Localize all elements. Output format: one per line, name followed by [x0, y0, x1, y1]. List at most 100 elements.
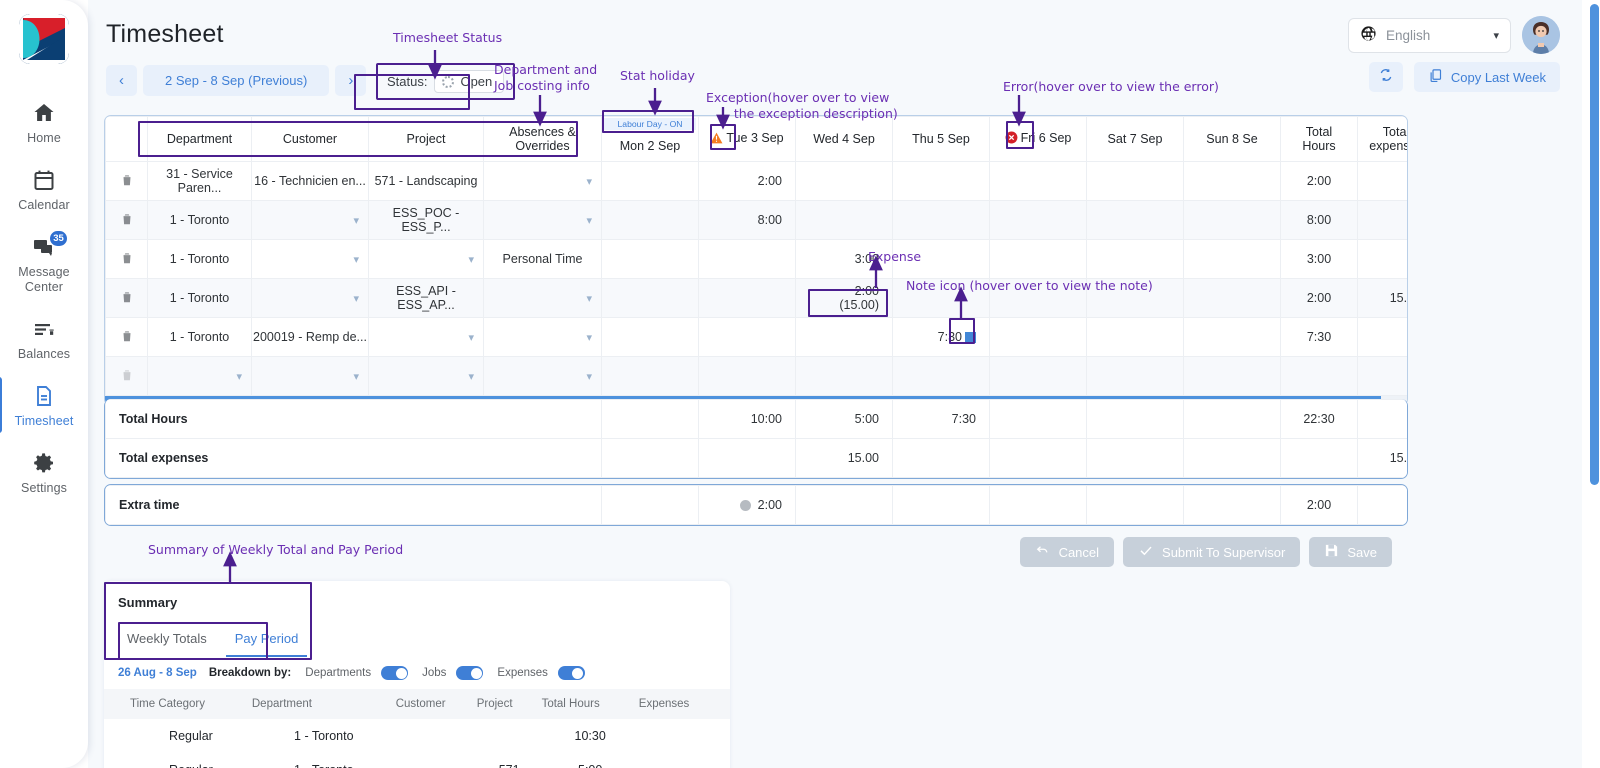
cancel-button[interactable]: Cancel — [1019, 537, 1115, 567]
chevron-down-icon[interactable]: ▾ — [468, 331, 474, 344]
cell-thu[interactable] — [892, 356, 990, 396]
cell-sat[interactable] — [1086, 356, 1184, 396]
chevron-down-icon[interactable]: ▾ — [353, 253, 359, 266]
trash-icon[interactable] — [120, 213, 134, 230]
cell-customer[interactable]: ▾ — [251, 356, 369, 396]
cell-sat[interactable] — [1086, 200, 1184, 240]
cell-project[interactable]: ▾ — [368, 356, 484, 396]
page-scrollbar-thumb[interactable] — [1590, 4, 1599, 485]
cell-sun[interactable] — [1183, 161, 1281, 201]
cell-department[interactable]: 31 - Service Paren... — [147, 161, 252, 201]
cell-customer[interactable]: ▾ — [251, 278, 369, 318]
cell-department[interactable]: 1 - Toronto — [147, 278, 252, 318]
cell-project[interactable]: ▾ — [368, 317, 484, 357]
trash-icon[interactable] — [120, 174, 134, 191]
cell-wed[interactable] — [795, 356, 893, 396]
cell-mon[interactable] — [601, 200, 699, 240]
chevron-down-icon[interactable]: ▾ — [353, 214, 359, 227]
cell-tue[interactable] — [698, 356, 796, 396]
cell-thu[interactable]: 7:30 — [892, 317, 990, 357]
cell-project[interactable]: ESS_POC - ESS_P... — [368, 200, 484, 240]
cell-tue[interactable] — [698, 239, 796, 279]
cell-sun[interactable] — [1183, 356, 1281, 396]
cell-fri[interactable] — [989, 161, 1087, 201]
delete-row-button[interactable] — [105, 239, 148, 279]
note-icon[interactable] — [965, 332, 976, 344]
submit-to-supervisor-button[interactable]: Submit To Supervisor — [1123, 537, 1301, 567]
sidebar-item-balances[interactable]: Balances — [0, 306, 88, 373]
tab-weekly-totals[interactable]: Weekly Totals — [118, 627, 216, 657]
cell-thu[interactable] — [892, 161, 990, 201]
table-row[interactable]: 1 - Toronto ▾ ESS_API - ESS_AP... ▾ 2:00… — [105, 278, 1407, 318]
cell-wed[interactable]: 2:00 (15.00) — [795, 278, 893, 318]
cell-tue[interactable] — [698, 278, 796, 318]
table-row[interactable]: 1 - Toronto 200019 - Remp de... ▾ ▾ 7:30… — [105, 317, 1407, 357]
delete-row-button[interactable] — [105, 278, 148, 318]
table-row[interactable]: 1 - Toronto ▾ ESS_POC - ESS_P... ▾ 8:00 … — [105, 200, 1407, 240]
save-button[interactable]: Save — [1309, 537, 1392, 567]
cell-thu[interactable] — [892, 278, 990, 318]
chevron-down-icon[interactable]: ▾ — [586, 175, 592, 188]
cell-customer[interactable]: 16 - Technicien en... — [251, 161, 369, 201]
trash-icon[interactable] — [120, 291, 134, 308]
delete-row-button[interactable] — [105, 161, 148, 201]
cell-mon[interactable] — [601, 317, 699, 357]
cell-sun[interactable] — [1183, 278, 1281, 318]
error-icon[interactable] — [1005, 131, 1018, 144]
cell-wed[interactable] — [795, 317, 893, 357]
cell-department[interactable]: 1 - Toronto — [147, 239, 252, 279]
cell-sun[interactable] — [1183, 239, 1281, 279]
chevron-down-icon[interactable]: ▾ — [468, 253, 474, 266]
table-row[interactable]: ▾ ▾ ▾ ▾ — [105, 356, 1407, 396]
table-row[interactable]: 1 - Toronto ▾ ▾ Personal Time 3:00 3:00 — [105, 239, 1407, 279]
sidebar-item-home[interactable]: Home — [0, 90, 88, 157]
sidebar-item-calendar[interactable]: Calendar — [0, 157, 88, 224]
chevron-down-icon[interactable]: ▾ — [353, 370, 359, 383]
chevron-down-icon[interactable]: ▾ — [586, 370, 592, 383]
cell-absence[interactable]: ▾ — [483, 200, 602, 240]
cell-sat[interactable] — [1086, 239, 1184, 279]
avatar[interactable] — [1522, 16, 1560, 54]
language-selector[interactable]: English ▾ — [1348, 17, 1511, 53]
cell-fri[interactable] — [989, 278, 1087, 318]
cell-customer[interactable]: 200019 - Remp de... — [251, 317, 369, 357]
week-range-label[interactable]: 2 Sep - 8 Sep (Previous) — [143, 65, 330, 96]
delete-row-button[interactable] — [105, 200, 148, 240]
cell-thu[interactable] — [892, 200, 990, 240]
cell-project[interactable]: 571 - Landscaping — [368, 161, 484, 201]
cell-absence[interactable]: ▾ — [483, 278, 602, 318]
refresh-button[interactable] — [1368, 62, 1403, 92]
chevron-down-icon[interactable]: ▾ — [236, 370, 242, 383]
cell-fri[interactable] — [989, 200, 1087, 240]
cell-sun[interactable] — [1183, 200, 1281, 240]
cell-wed[interactable] — [795, 200, 893, 240]
toggle-jobs[interactable] — [456, 666, 484, 680]
cell-tue[interactable] — [698, 317, 796, 357]
exception-warning-icon[interactable] — [710, 132, 723, 144]
cell-absence[interactable]: ▾ — [483, 161, 602, 201]
cell-wed[interactable]: 3:00 — [795, 239, 893, 279]
cell-wed[interactable] — [795, 161, 893, 201]
cell-sat[interactable] — [1086, 278, 1184, 318]
previous-week-button[interactable]: ‹ — [106, 65, 137, 96]
cell-project[interactable]: ▾ — [368, 239, 484, 279]
cell-absence[interactable]: ▾ — [483, 356, 602, 396]
toggle-departments[interactable] — [381, 666, 409, 680]
cell-project[interactable]: ESS_API - ESS_AP... — [368, 278, 484, 318]
sidebar-item-settings[interactable]: Settings — [0, 440, 88, 507]
toggle-expenses[interactable] — [557, 666, 585, 680]
table-row[interactable]: 31 - Service Paren... 16 - Technicien en… — [105, 161, 1407, 201]
cell-fri[interactable] — [989, 356, 1087, 396]
status-badge[interactable]: Open — [434, 70, 505, 93]
chevron-down-icon[interactable]: ▾ — [468, 370, 474, 383]
trash-icon[interactable] — [120, 330, 134, 347]
cell-tue[interactable]: 8:00 — [698, 200, 796, 240]
cell-thu[interactable] — [892, 239, 990, 279]
cell-absence[interactable]: ▾ — [483, 317, 602, 357]
cell-mon[interactable] — [601, 278, 699, 318]
cell-department[interactable]: ▾ — [147, 356, 252, 396]
cell-mon[interactable] — [601, 356, 699, 396]
cell-sun[interactable] — [1183, 317, 1281, 357]
chevron-down-icon[interactable]: ▾ — [586, 214, 592, 227]
cell-tue[interactable]: 2:00 — [698, 161, 796, 201]
